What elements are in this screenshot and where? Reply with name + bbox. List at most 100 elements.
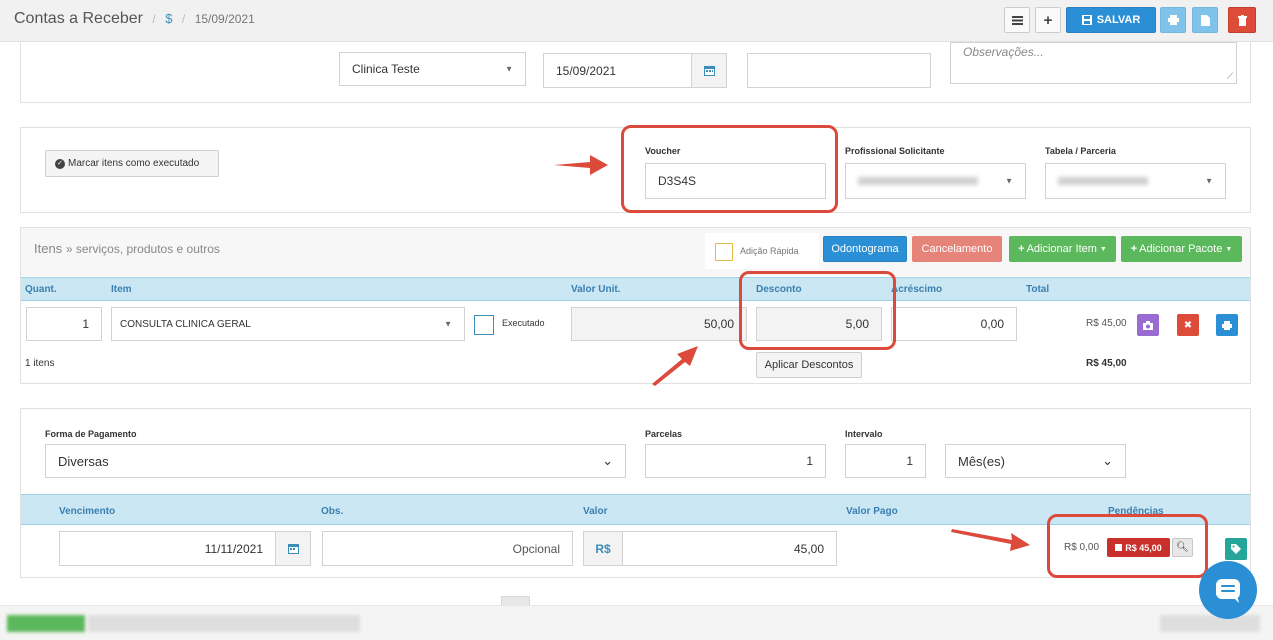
chevron-down-icon: ▼: [444, 319, 452, 329]
col-valor: Valor: [583, 506, 608, 517]
pending-highlight: [1047, 514, 1208, 578]
page-title: Contas a Receber: [14, 10, 143, 27]
print-icon: [1222, 320, 1232, 330]
date-input[interactable]: 15/09/2021: [543, 53, 692, 88]
plus-icon: +: [1018, 243, 1025, 255]
cancelamento-label: Cancelamento: [921, 243, 993, 255]
save-button[interactable]: SALVAR: [1066, 7, 1156, 33]
installment-value: 45,00: [793, 541, 824, 556]
add-package-label: Adicionar Pacote: [1139, 243, 1223, 255]
chat-icon: [1216, 579, 1240, 603]
calendar-icon: [703, 66, 715, 76]
col-quant: Quant.: [25, 284, 57, 295]
mark-executed-label: Marcar itens como executado: [68, 158, 200, 169]
currency-addon: R$: [583, 531, 623, 566]
profissional-select[interactable]: ▼: [845, 163, 1026, 199]
cancelamento-button[interactable]: Cancelamento: [912, 236, 1002, 262]
top-header: Contas a Receber / $ / 15/09/2021 + SALV…: [0, 0, 1273, 42]
camera-icon: [1143, 320, 1153, 330]
print-row-button[interactable]: [1216, 314, 1238, 336]
arrow-pending-icon: [951, 529, 1030, 551]
chat-button[interactable]: [1199, 561, 1257, 619]
intervalo-label: Intervalo: [845, 429, 883, 439]
camera-button[interactable]: [1137, 314, 1159, 336]
delete-button[interactable]: [1228, 7, 1256, 33]
installment-value-input[interactable]: 45,00: [622, 531, 837, 566]
file-icon: [1200, 14, 1210, 26]
item-select[interactable]: CONSULTA CLINICA GERAL ▼: [111, 307, 465, 341]
quantity-input[interactable]: 1: [26, 307, 102, 341]
tabela-label: Tabela / Parceria: [1045, 146, 1116, 156]
obs-input[interactable]: Opcional: [322, 531, 573, 566]
breadcrumb-dollar-link[interactable]: $: [165, 11, 172, 26]
redacted-value: [858, 177, 978, 185]
chevron-down-icon: ▼: [1205, 176, 1213, 186]
parcelas-label: Parcelas: [645, 429, 683, 439]
tabela-select[interactable]: ▼: [1045, 163, 1226, 199]
chevron-down-icon: ▼: [1005, 176, 1013, 186]
parcelas-input[interactable]: 1: [645, 444, 826, 478]
list-button[interactable]: [1004, 7, 1030, 33]
intervalo-input[interactable]: 1: [845, 444, 926, 478]
discount-highlight: [739, 271, 896, 350]
breadcrumb-date: 15/09/2021: [194, 12, 255, 26]
executed-label: Executado: [502, 318, 545, 328]
quick-add-checkbox[interactable]: [715, 243, 733, 261]
clinic-select-value: Clinica Teste: [352, 62, 420, 76]
plus-icon: +: [1130, 243, 1138, 255]
increase-input[interactable]: 0,00: [891, 307, 1017, 341]
forma-value: Diversas: [58, 453, 109, 469]
remove-row-button[interactable]: ✖: [1177, 314, 1199, 336]
col-valor-pago: Valor Pago: [846, 506, 898, 517]
list-icon: [1011, 15, 1023, 25]
clinic-select[interactable]: Clinica Teste ▼: [339, 52, 526, 86]
add-item-label: Adicionar Item: [1026, 243, 1097, 255]
chevron-down-icon: ▼: [505, 64, 513, 74]
add-package-button[interactable]: + Adicionar Pacote ▼: [1121, 236, 1242, 262]
footer-bar: [0, 605, 1273, 640]
print-button[interactable]: [1160, 7, 1186, 33]
item-value: CONSULTA CLINICA GERAL: [120, 318, 251, 330]
mark-executed-button[interactable]: ✓ Marcar itens como executado: [45, 150, 219, 177]
profissional-label: Profissional Solicitante: [845, 146, 945, 156]
col-item: Item: [111, 284, 132, 295]
breadcrumb: Contas a Receber / $ / 15/09/2021: [14, 10, 255, 28]
odontograma-button[interactable]: Odontograma: [823, 236, 907, 262]
close-icon: ✖: [1183, 319, 1193, 331]
add-button[interactable]: +: [1035, 7, 1061, 33]
col-obs: Obs.: [321, 506, 344, 517]
items-count: 1 itens: [25, 358, 55, 369]
due-date-calendar-button[interactable]: [275, 531, 311, 566]
forma-select[interactable]: Diversas ⌄: [45, 444, 626, 478]
add-item-button[interactable]: + Adicionar Item ▼: [1009, 236, 1116, 262]
unit-value-input[interactable]: 50,00: [571, 307, 747, 341]
items-title: Itens » serviços, produtos e outros: [34, 241, 220, 256]
apply-discounts-button[interactable]: Aplicar Descontos: [756, 352, 862, 378]
increase-value: 0,00: [980, 317, 1004, 331]
observations-textarea[interactable]: Observações... ⟋: [950, 42, 1237, 84]
redacted-value: [1058, 177, 1148, 185]
period-select[interactable]: Mês(es) ⌄: [945, 444, 1126, 478]
print-icon: [1167, 15, 1179, 25]
trash-icon: [1237, 14, 1247, 26]
chevron-down-icon: ⌄: [1102, 453, 1113, 468]
odontograma-label: Odontograma: [831, 243, 899, 255]
items-subtitle: » serviços, produtos e outros: [65, 242, 220, 256]
due-date-value: 11/11/2021: [204, 541, 263, 556]
quick-add-label: Adição Rápida: [740, 246, 799, 256]
calendar-button[interactable]: [691, 53, 727, 88]
currency-symbol: R$: [595, 541, 611, 556]
resize-handle-icon[interactable]: ⟋: [1227, 71, 1233, 82]
arrow-voucher-icon: [554, 155, 608, 175]
caret-down-icon: ▼: [1225, 245, 1233, 253]
intervalo-value: 1: [906, 454, 913, 468]
items-title-text: Itens: [34, 241, 63, 256]
col-total: Total: [1026, 284, 1050, 295]
file-button[interactable]: [1192, 7, 1218, 33]
tag-button[interactable]: [1225, 538, 1247, 560]
executed-checkbox[interactable]: [474, 315, 494, 335]
due-date-input[interactable]: 11/11/2021: [59, 531, 276, 566]
floppy-icon: [1081, 15, 1092, 25]
apply-discounts-label: Aplicar Descontos: [764, 359, 854, 371]
extra-field[interactable]: [747, 53, 931, 88]
